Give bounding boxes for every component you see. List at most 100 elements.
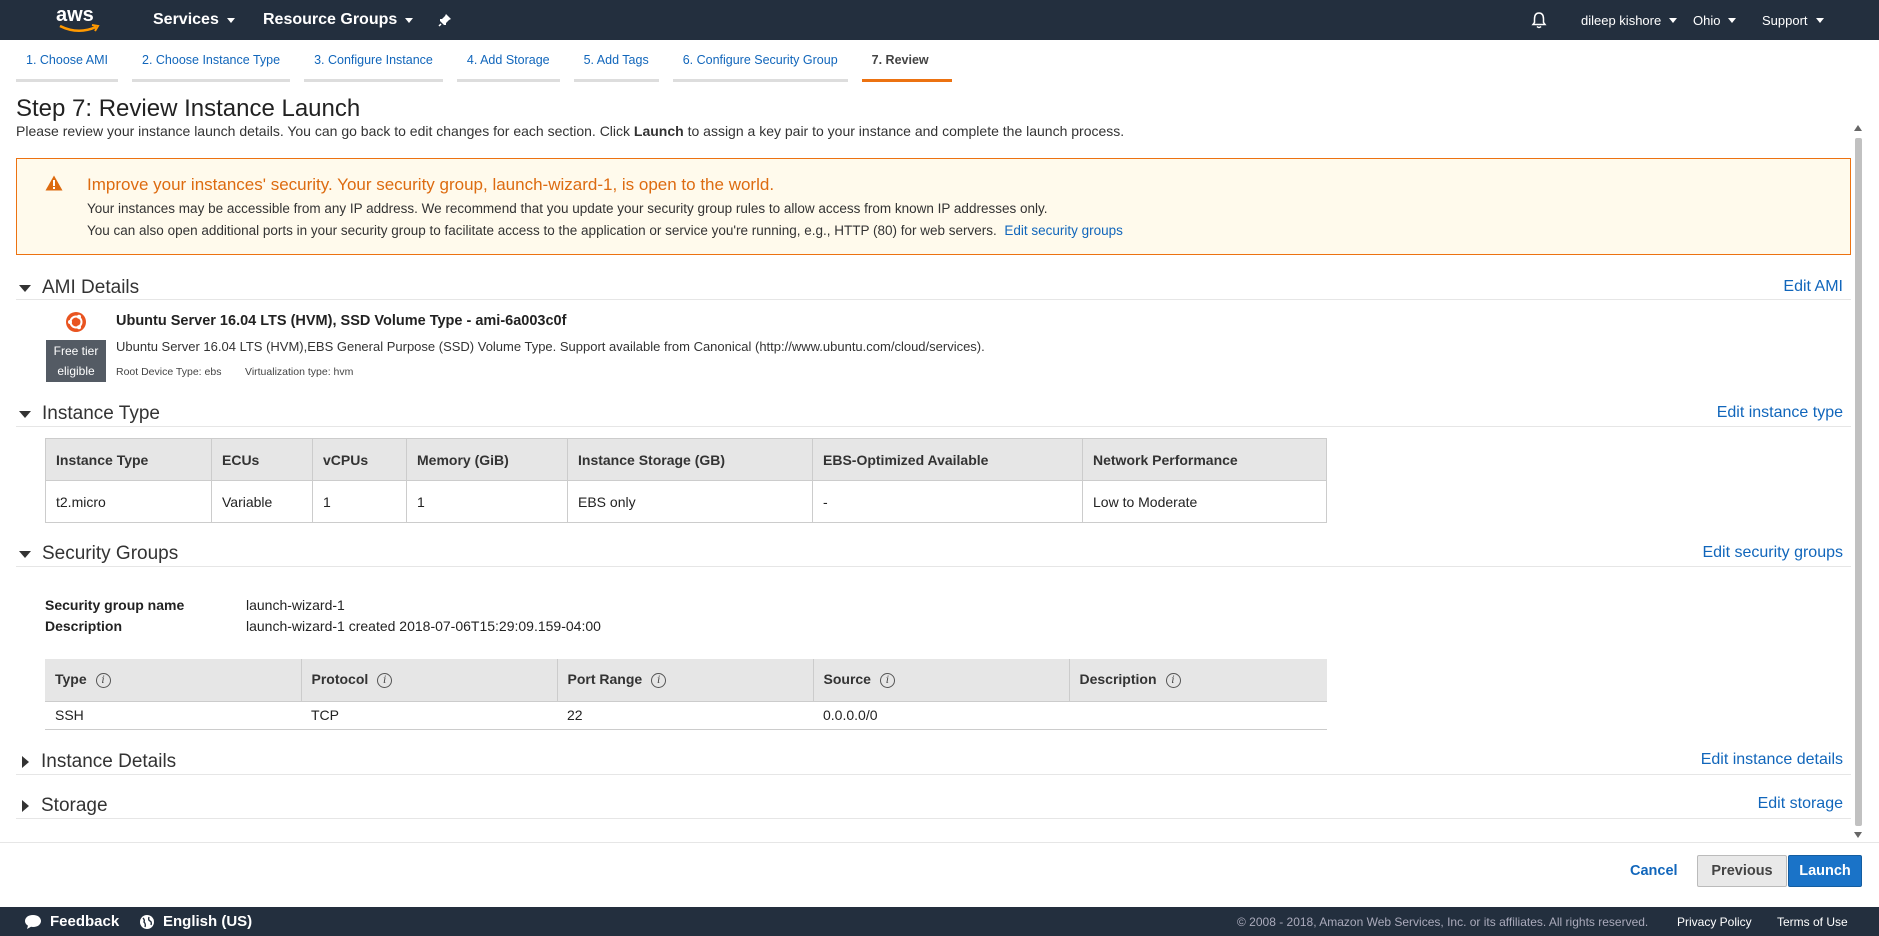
- warning-edit-security-groups-link[interactable]: Edit security groups: [1004, 223, 1123, 238]
- aws-logo[interactable]: aws: [56, 4, 104, 36]
- region-label: Ohio: [1693, 12, 1721, 28]
- table-header-row: Type i Protocol i Port Range i Source i Desc…: [45, 659, 1327, 702]
- tab-add-storage[interactable]: 4. Add Storage: [456, 40, 560, 82]
- column-header: Instance Storage (GB): [567, 438, 813, 481]
- launch-button[interactable]: Launch: [1788, 855, 1862, 887]
- ami-name: Ubuntu Server 16.04 LTS (HVM), SSD Volum…: [116, 313, 567, 329]
- section-ami-details[interactable]: AMI Details: [16, 275, 139, 301]
- section-title: Security Groups: [42, 543, 179, 564]
- page-scrollbar[interactable]: [1853, 122, 1863, 844]
- terms-of-use-link[interactable]: Terms of Use: [1777, 907, 1848, 936]
- page-description-bold: Launch: [633, 123, 684, 139]
- security-group-name-value: launch-wizard-1: [246, 597, 345, 613]
- section-instance-details[interactable]: Instance Details: [16, 749, 176, 775]
- ami-root-device-type: Root Device Type: ebs: [116, 366, 222, 378]
- free-tier-badge-line: eligible: [57, 364, 95, 378]
- pin-icon[interactable]: [438, 0, 452, 40]
- services-label: Services: [153, 11, 219, 28]
- top-navbar: aws Services Resource Groups dileep kish…: [0, 0, 1879, 40]
- notifications-bell-icon[interactable]: [1531, 0, 1547, 40]
- instance-type-table: Instance Type ECUs vCPUs Memory (GiB) In…: [45, 438, 1327, 523]
- table-cell: 22: [557, 701, 813, 730]
- chevron-down-icon: [1728, 17, 1737, 23]
- tab-review[interactable]: 7. Review: [861, 40, 952, 82]
- free-tier-badge-line: Free tier: [53, 344, 99, 358]
- page-title: Step 7: Review Instance Launch: [16, 95, 361, 122]
- ubuntu-logo-icon: [66, 312, 86, 332]
- page-footer: Feedback English (US) © 2008 - 2018, Ama…: [0, 907, 1879, 936]
- feedback-label: Feedback: [50, 913, 120, 930]
- user-name: dileep kishore: [1581, 12, 1662, 28]
- aws-smile-icon: [59, 24, 100, 32]
- tab-choose-ami[interactable]: 1. Choose AMI: [16, 40, 118, 82]
- warning-line-2: You can also open additional ports in yo…: [87, 223, 1123, 238]
- globe-icon: [140, 914, 154, 929]
- language-selector[interactable]: English (US): [139, 907, 252, 936]
- info-icon[interactable]: i: [1165, 673, 1181, 689]
- table-cell: Low to Moderate: [1082, 480, 1327, 523]
- ami-description: Ubuntu Server 16.04 LTS (HVM),EBS Genera…: [116, 339, 985, 354]
- tab-add-tags[interactable]: 5. Add Tags: [573, 40, 659, 82]
- ami-virtualization-type: Virtualization type: hvm: [245, 366, 354, 378]
- divider: [16, 426, 1851, 427]
- edit-storage-link[interactable]: Edit storage: [1758, 795, 1843, 813]
- column-header: Protocol i: [300, 659, 557, 702]
- edit-ami-link[interactable]: Edit AMI: [1783, 278, 1843, 296]
- edit-security-groups-link[interactable]: Edit security groups: [1702, 544, 1843, 562]
- divider: [16, 818, 1851, 819]
- wizard-action-bar: Cancel Previous Launch: [0, 842, 1879, 906]
- section-storage[interactable]: Storage: [16, 793, 108, 819]
- expand-caret-icon: [22, 756, 29, 768]
- user-menu[interactable]: dileep kishore: [1581, 0, 1678, 40]
- chevron-down-icon: [226, 17, 235, 23]
- info-icon[interactable]: i: [651, 673, 667, 689]
- info-icon[interactable]: i: [879, 673, 895, 689]
- tab-configure-security-group[interactable]: 6. Configure Security Group: [672, 40, 848, 82]
- column-header: Source i: [812, 659, 1069, 702]
- warning-icon: [45, 175, 63, 191]
- feedback-link[interactable]: Feedback: [24, 907, 119, 936]
- aws-logo-text: aws: [56, 4, 94, 26]
- resource-groups-menu[interactable]: Resource Groups: [263, 0, 414, 40]
- free-tier-badge: Free tier eligible: [46, 340, 106, 382]
- edit-instance-details-link[interactable]: Edit instance details: [1701, 751, 1843, 769]
- expand-caret-icon: [22, 800, 29, 812]
- tab-configure-instance[interactable]: 3. Configure Instance: [304, 40, 443, 82]
- info-icon[interactable]: i: [377, 673, 393, 689]
- privacy-policy-link[interactable]: Privacy Policy: [1677, 907, 1752, 936]
- scrollbar-thumb[interactable]: [1855, 138, 1862, 826]
- collapse-caret-icon: [19, 550, 31, 558]
- column-header-label: Type: [55, 671, 87, 688]
- column-header-label: Port Range: [567, 671, 643, 688]
- table-cell: 1: [312, 480, 407, 523]
- scroll-up-arrow-icon[interactable]: [1854, 125, 1862, 131]
- region-menu[interactable]: Ohio: [1693, 0, 1737, 40]
- info-icon[interactable]: i: [95, 673, 111, 689]
- scroll-down-arrow-icon[interactable]: [1854, 832, 1862, 838]
- section-security-groups[interactable]: Security Groups: [16, 541, 178, 567]
- table-row: SSH TCP 22 0.0.0.0/0: [45, 701, 1327, 730]
- speech-bubble-icon: [25, 914, 41, 929]
- table-cell: [1069, 701, 1327, 730]
- column-header-label: Description: [1079, 671, 1157, 688]
- column-header: Network Performance: [1082, 438, 1327, 481]
- services-menu[interactable]: Services: [153, 0, 235, 40]
- page-description: Please review your instance launch detai…: [16, 123, 1124, 139]
- warning-title: Improve your instances' security. Your s…: [87, 175, 775, 194]
- previous-button[interactable]: Previous: [1697, 855, 1787, 887]
- section-title: Instance Details: [41, 751, 177, 772]
- edit-instance-type-link[interactable]: Edit instance type: [1717, 404, 1843, 422]
- divider: [16, 774, 1851, 775]
- table-cell: EBS only: [567, 480, 813, 523]
- column-header: Port Range i: [556, 659, 813, 702]
- column-header: ECUs: [211, 438, 313, 481]
- tab-choose-instance-type[interactable]: 2. Choose Instance Type: [132, 40, 291, 82]
- section-instance-type[interactable]: Instance Type: [16, 401, 160, 427]
- cancel-button[interactable]: Cancel: [1630, 855, 1678, 887]
- page-description-text-end: to assign a key pair to your instance an…: [683, 123, 1125, 139]
- column-header: Instance Type: [45, 438, 212, 481]
- section-title: AMI Details: [42, 277, 140, 298]
- warning-line-2-text: You can also open additional ports in yo…: [87, 223, 997, 238]
- support-menu[interactable]: Support: [1762, 0, 1824, 40]
- security-group-description-label: Description: [45, 618, 123, 634]
